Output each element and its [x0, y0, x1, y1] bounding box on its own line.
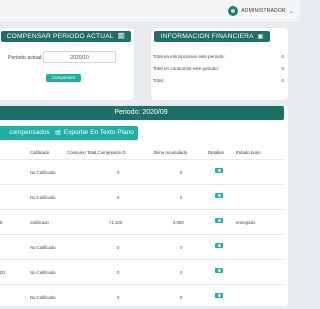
- info-label: Total en inscripciones este periodo:: [153, 54, 225, 59]
- info-value: 0: [281, 54, 284, 59]
- col-consumo: Consumo Total Compresión D.: [67, 150, 127, 155]
- col-estado-bono: Estado bono: [236, 150, 261, 155]
- info-row: Total en inscripciones este periodo: 0: [153, 54, 284, 59]
- table-row: No Calificado 0 0: [0, 187, 284, 209]
- cell-bono: 0: [180, 270, 183, 275]
- cell-consumo: 0: [117, 270, 120, 275]
- table-row: 8 Calificado 71,100 5,000 entregado: [0, 212, 284, 234]
- table-row: No Calificado 0 0: [0, 162, 284, 184]
- divider: [0, 184, 284, 185]
- informacion-panel: INFORMACION FINANCIERA ▣ Total en inscri…: [151, 28, 288, 100]
- info-label: Total en consumos este periodo:: [153, 66, 220, 71]
- cell-consumo: 0: [117, 170, 120, 175]
- cell-bono: 0: [180, 245, 183, 250]
- periodo-panel: Periodo: 2020/09 compensados ▤ Exportar E…: [0, 106, 288, 306]
- view-details-icon[interactable]: [215, 193, 223, 198]
- compensar-header: COMPENSAR PERIODO ACTUAL 🗓: [1, 31, 131, 42]
- info-value: 0: [281, 66, 284, 71]
- exportar-label: Exportar En Texto Plano: [63, 129, 134, 136]
- divider: [0, 284, 284, 285]
- col-calificado: Calificado: [30, 150, 50, 155]
- period-title: Periodo: 2020/09: [0, 106, 284, 120]
- chevron-down-icon: ⌄: [288, 8, 294, 15]
- cell-calificado: No Calificado: [30, 195, 56, 200]
- cell-consumo: 71,100: [109, 220, 123, 225]
- row-prefix: 8: [0, 220, 3, 225]
- view-details-icon[interactable]: [215, 293, 223, 298]
- info-value: 0: [281, 78, 284, 83]
- info-row: Total: 0: [153, 78, 284, 83]
- table-header: Calificado Consumo Total Compresión D. B…: [0, 148, 284, 158]
- divider: [0, 234, 284, 235]
- cell-bono: 5,000: [173, 220, 184, 225]
- periodo-input[interactable]: 2020/10: [43, 51, 116, 63]
- divider: [0, 209, 284, 210]
- cell-bono: 0: [180, 295, 183, 300]
- info-label: Total:: [153, 78, 164, 83]
- informacion-title: INFORMACION FINANCIERA: [160, 33, 254, 40]
- calendar-icon: 🗓: [117, 34, 126, 40]
- info-row: Total en consumos este periodo: 0: [153, 66, 284, 71]
- row-prefix: D2: [0, 270, 6, 275]
- table-row: No Calificado 0 0: [0, 237, 284, 259]
- cell-calificado: No Calificado: [30, 245, 56, 250]
- top-bar: ADMINISTRADOR ⌄: [0, 0, 300, 23]
- view-details-icon[interactable]: [215, 243, 223, 248]
- divider: [0, 159, 284, 160]
- compensar-button[interactable]: Compensar: [46, 74, 81, 82]
- table-row: D2 No Calificado 0 0: [0, 262, 284, 284]
- divider: [0, 259, 284, 260]
- document-icon: ▤: [55, 130, 61, 136]
- cell-calificado: No Calificado: [30, 270, 56, 275]
- compensar-title: COMPENSAR PERIODO ACTUAL: [6, 33, 114, 40]
- view-details-icon[interactable]: [215, 268, 223, 273]
- user-label: ADMINISTRADOR: [241, 8, 286, 14]
- cell-bono: 0: [180, 195, 183, 200]
- finance-icon: ▣: [257, 34, 264, 40]
- compensar-panel: COMPENSAR PERIODO ACTUAL 🗓 Periodo actua…: [0, 28, 134, 100]
- cell-calificado: No Calificado: [30, 295, 56, 300]
- view-details-icon[interactable]: [215, 168, 223, 173]
- cell-consumo: 0: [117, 295, 120, 300]
- cell-calificado: Calificado: [30, 220, 49, 225]
- table-row: No Calificado 0 0: [0, 287, 284, 309]
- periodo-label: Periodo actual:: [8, 55, 43, 61]
- user-menu[interactable]: ADMINISTRADOR ⌄: [228, 4, 294, 18]
- exportar-button[interactable]: ▤ Exportar En Texto Plano: [51, 126, 138, 140]
- cell-calificado: No Calificado: [30, 170, 56, 175]
- cell-estado: entregado: [236, 220, 256, 225]
- cell-bono: 0: [180, 170, 183, 175]
- cell-consumo: 0: [117, 195, 120, 200]
- view-details-icon[interactable]: [215, 218, 223, 223]
- informacion-header: INFORMACION FINANCIERA ▣: [154, 31, 270, 42]
- user-avatar-icon: [228, 6, 239, 16]
- col-detalles: Detalles: [208, 150, 224, 155]
- col-bono-acumulado: Bono Acumulado: [154, 150, 188, 155]
- cell-consumo: 0: [117, 245, 120, 250]
